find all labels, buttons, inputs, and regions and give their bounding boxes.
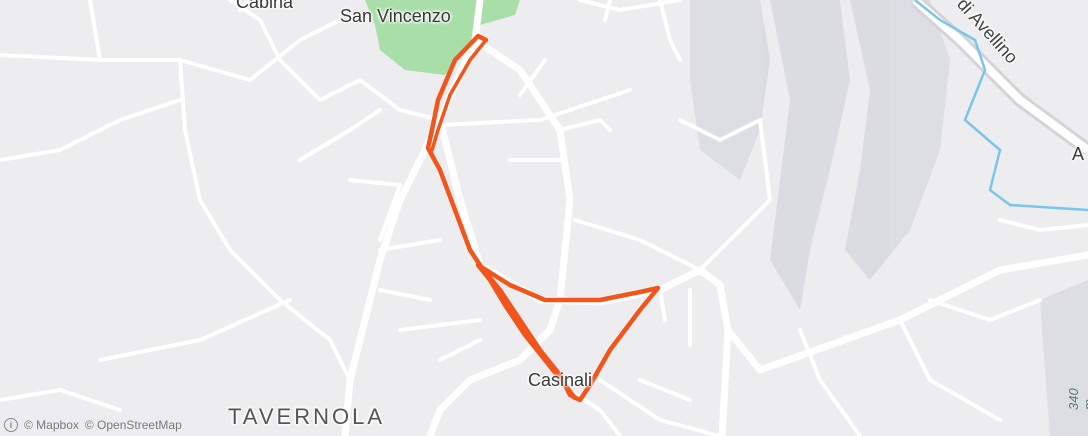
- place-label-tavernola: TAVERNOLA: [228, 404, 385, 429]
- openstreetmap-attribution-link[interactable]: © OpenStreetMap: [85, 418, 182, 432]
- place-label-cabina: Cabina: [236, 0, 294, 12]
- info-icon[interactable]: i: [4, 418, 18, 432]
- map-attribution: i © Mapbox © OpenStreetMap: [4, 418, 182, 432]
- place-label-right-edge: A: [1072, 144, 1085, 164]
- activity-map[interactable]: Cabina San Vincenzo Casinali TAVERNOLA A…: [0, 0, 1088, 436]
- place-label-casinali: Casinali: [528, 370, 593, 390]
- contour-label: 340 m: [1066, 388, 1088, 410]
- mapbox-attribution-link[interactable]: © Mapbox: [24, 418, 79, 432]
- place-label-san-vincenzo: San Vincenzo: [340, 6, 451, 26]
